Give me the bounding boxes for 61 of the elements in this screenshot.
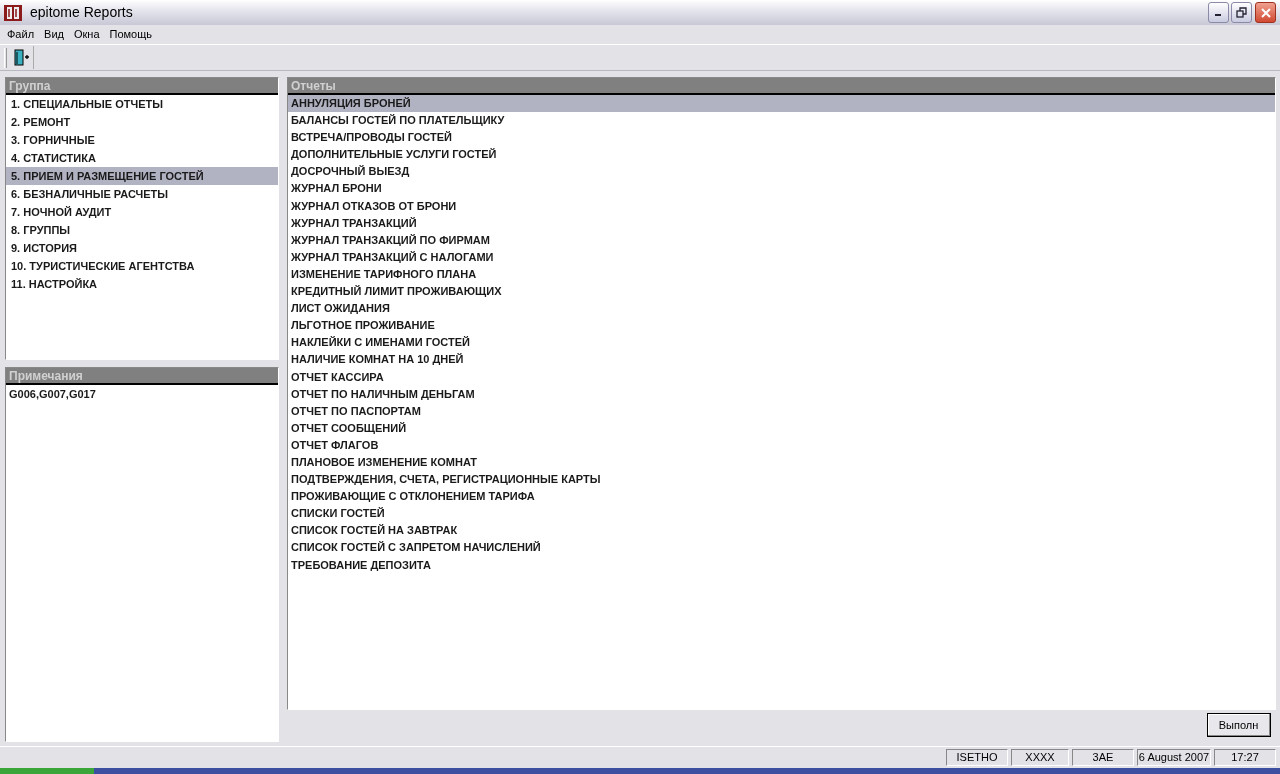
group-list-header: Группа <box>6 78 278 95</box>
minimize-button[interactable] <box>1207 2 1229 23</box>
close-icon <box>1259 6 1272 19</box>
report-item[interactable]: НАКЛЕЙКИ С ИМЕНАМИ ГОСТЕЙ <box>288 334 1275 352</box>
app-logo-icon <box>4 3 22 22</box>
report-item[interactable]: ОТЧЕТ КАССИРА <box>288 368 1275 386</box>
exit-door-icon[interactable] <box>11 46 34 69</box>
report-item[interactable]: ЖУРНАЛ ТРАНЗАКЦИЙ ПО ФИРМАМ <box>288 231 1275 249</box>
menu-item[interactable]: Помощь <box>104 26 157 43</box>
report-item[interactable]: НАЛИЧИЕ КОМНАТ НА 10 ДНЕЙ <box>288 351 1275 369</box>
report-item[interactable]: ПЛАНОВОЕ ИЗМЕНЕНИЕ КОМНАТ <box>288 453 1275 472</box>
report-item[interactable]: СПИСКИ ГОСТЕЙ <box>288 505 1275 523</box>
window-title: epitome Reports <box>30 3 133 22</box>
group-item[interactable]: 1. СПЕЦИАЛЬНЫЕ ОТЧЕТЫ <box>6 95 278 113</box>
restore-button[interactable] <box>1231 2 1253 23</box>
group-item[interactable]: 5. ПРИЕМ И РАЗМЕЩЕНИЕ ГОСТЕЙ <box>6 167 278 185</box>
restore-icon <box>1236 7 1248 18</box>
reports-list-header: Отчеты <box>288 78 1275 95</box>
notes-header: Примечания <box>6 368 278 385</box>
report-item[interactable]: ДОПОЛНИТЕЛЬНЫЕ УСЛУГИ ГОСТЕЙ <box>288 146 1275 164</box>
status-cell: ISETHO <box>946 749 1008 766</box>
report-item[interactable]: ЖУРНАЛ ТРАНЗАКЦИЙ С НАЛОГАМИ <box>288 248 1275 266</box>
report-item[interactable]: ОТЧЕТ ПО ПАСПОРТАМ <box>288 402 1275 420</box>
report-item[interactable]: ВСТРЕЧА/ПРОВОДЫ ГОСТЕЙ <box>288 129 1275 147</box>
status-cell: XXXX <box>1011 749 1069 766</box>
report-item[interactable]: СПИСОК ГОСТЕЙ С ЗАПРЕТОМ НАЧИСЛЕНИЙ <box>288 539 1275 557</box>
report-item[interactable]: КРЕДИТНЫЙ ЛИМИТ ПРОЖИВАЮЩИХ <box>288 283 1275 301</box>
menu-item[interactable]: Окна <box>68 26 105 43</box>
group-item[interactable]: 11. НАСТРОЙКА <box>6 275 278 293</box>
close-button[interactable] <box>1255 2 1276 23</box>
report-item[interactable]: ЖУРНАЛ БРОНИ <box>288 180 1275 198</box>
report-item[interactable]: ДОСРОЧНЫЙ ВЫЕЗД <box>288 163 1275 181</box>
report-item[interactable]: ОТЧЕТ ФЛАГОВ <box>288 436 1275 454</box>
status-cell: 3AE <box>1072 749 1134 766</box>
report-item[interactable]: ПРОЖИВАЮЩИЕ С ОТКЛОНЕНИЕМ ТАРИФА <box>288 488 1275 506</box>
menu-item[interactable]: Файл <box>2 26 40 43</box>
group-item[interactable]: 6. БЕЗНАЛИЧНЫЕ РАСЧЕТЫ <box>6 185 278 203</box>
group-item[interactable]: 9. ИСТОРИЯ <box>6 239 278 257</box>
status-cell: 6 August 2007 <box>1137 749 1211 766</box>
report-item[interactable]: БАЛАНСЫ ГОСТЕЙ ПО ПЛАТЕЛЬЩИКУ <box>288 112 1275 130</box>
group-item[interactable]: 2. РЕМОНТ <box>6 113 278 131</box>
notes-text: G006,G007,G017 <box>8 387 97 402</box>
report-item[interactable]: ПОДТВЕРЖДЕНИЯ, СЧЕТА, РЕГИСТРАЦИОННЫЕ КАРТЫ <box>288 471 1275 489</box>
status-cell: 17:27 <box>1214 749 1276 766</box>
menu-item[interactable]: Вид <box>39 26 69 43</box>
group-item[interactable]: 3. ГОРНИЧНЫЕ <box>6 131 278 149</box>
run-button[interactable]: Выполн <box>1206 712 1271 737</box>
report-item[interactable]: ЖУРНАЛ ОТКАЗОВ ОТ БРОНИ <box>288 197 1275 215</box>
report-item[interactable]: ЛЬГОТНОЕ ПРОЖИВАНИЕ <box>288 317 1275 335</box>
report-item[interactable]: ОТЧЕТ СООБЩЕНИЙ <box>288 419 1275 437</box>
group-item[interactable]: 10. ТУРИСТИЧЕСКИЕ АГЕНТСТВА <box>6 257 278 275</box>
group-item[interactable]: 4. СТАТИСТИКА <box>6 149 278 167</box>
report-item[interactable]: ЖУРНАЛ ТРАНЗАКЦИЙ <box>288 214 1275 232</box>
group-item[interactable]: 7. НОЧНОЙ АУДИТ <box>6 203 278 221</box>
report-item[interactable]: ЛИСТ ОЖИДАНИЯ <box>288 300 1275 318</box>
report-item[interactable]: ТРЕБОВАНИЕ ДЕПОЗИТА <box>288 556 1275 574</box>
group-item[interactable]: 8. ГРУППЫ <box>6 221 278 239</box>
report-item[interactable]: АННУЛЯЦИЯ БРОНЕЙ <box>288 95 1275 113</box>
report-item[interactable]: ИЗМЕНЕНИЕ ТАРИФНОГО ПЛАНА <box>288 265 1275 284</box>
report-item[interactable]: ОТЧЕТ ПО НАЛИЧНЫМ ДЕНЬГАМ <box>288 385 1275 403</box>
report-item[interactable]: СПИСОК ГОСТЕЙ НА ЗАВТРАК <box>288 522 1275 540</box>
